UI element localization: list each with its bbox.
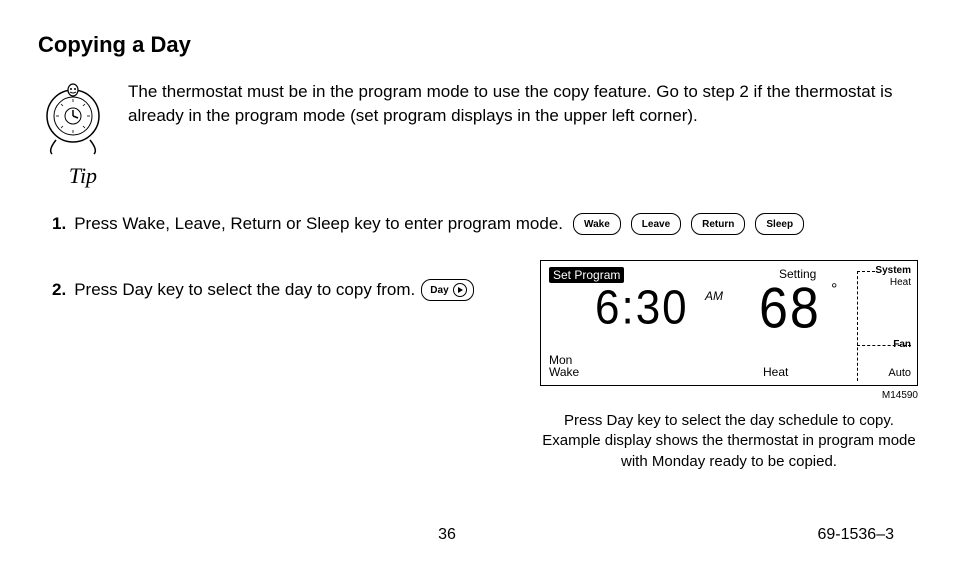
return-key: Return bbox=[691, 213, 745, 235]
figure-code: M14590 bbox=[540, 390, 918, 401]
figure-caption: Press Day key to select the day schedule… bbox=[540, 411, 918, 472]
step-1-number: 1. bbox=[52, 214, 66, 234]
tip-block: Tip The thermostat must be in the progra… bbox=[38, 78, 916, 189]
day-key-label: Day bbox=[430, 285, 448, 296]
tip-icon: Tip bbox=[38, 78, 128, 189]
page-footer: 36 69-1536–3 bbox=[0, 526, 954, 544]
thermostat-display-block: Set Program Setting System Heat Fan Auto… bbox=[540, 260, 918, 472]
step-2-number: 2. bbox=[52, 280, 66, 300]
wake-key: Wake bbox=[573, 213, 621, 235]
divider-vertical bbox=[857, 271, 858, 381]
document-number: 69-1536–3 bbox=[817, 526, 894, 544]
page-number: 36 bbox=[438, 526, 456, 544]
divider-top bbox=[857, 271, 875, 272]
lcd-fan-auto: Auto bbox=[888, 367, 911, 379]
sleep-key: Sleep bbox=[755, 213, 804, 235]
leave-key: Leave bbox=[631, 213, 681, 235]
lcd-system-heat: Heat bbox=[890, 277, 911, 288]
tip-label: Tip bbox=[38, 163, 128, 189]
lcd-time: 6:30 bbox=[595, 281, 689, 336]
lcd-system-label: System bbox=[875, 265, 911, 276]
lcd-temp: 68 bbox=[759, 276, 821, 342]
divider-mid bbox=[857, 345, 911, 346]
step-2-text: Press Day key to select the day to copy … bbox=[74, 280, 415, 300]
thermostat-lcd: Set Program Setting System Heat Fan Auto… bbox=[540, 260, 918, 386]
lcd-mode: Heat bbox=[763, 365, 788, 379]
lcd-period: Wake bbox=[549, 365, 579, 379]
step-1-text: Press Wake, Leave, Return or Sleep key t… bbox=[74, 214, 563, 234]
tip-text: The thermostat must be in the program mo… bbox=[128, 78, 916, 128]
lcd-degree: ° bbox=[831, 281, 837, 299]
page-title: Copying a Day bbox=[38, 32, 916, 58]
step-1: 1. Press Wake, Leave, Return or Sleep ke… bbox=[38, 213, 916, 235]
play-icon bbox=[453, 283, 467, 297]
day-key: Day bbox=[421, 279, 473, 301]
lcd-ampm: AM bbox=[705, 289, 723, 303]
